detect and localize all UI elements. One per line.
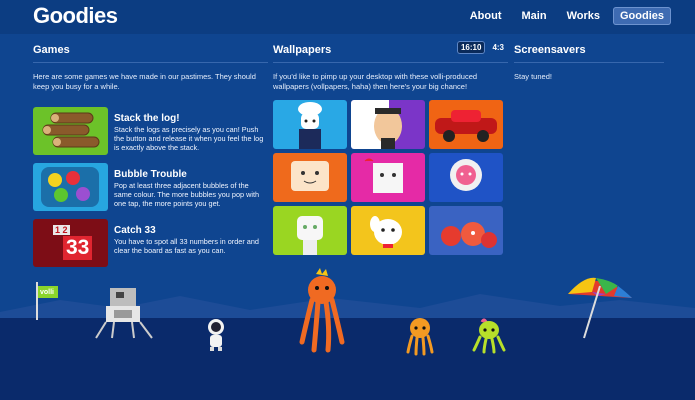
ratio-toggle: 16:10 4:3 (456, 41, 508, 54)
games-divider (33, 62, 268, 63)
catch-33-thumbnail[interactable]: 1 2 33 (33, 219, 108, 267)
game-name[interactable]: Stack the log! (114, 113, 268, 124)
wallpapers-intro: If you'd like to pimp up your desktop wi… (273, 72, 478, 91)
ratio-16-10-button[interactable]: 16:10 (456, 41, 486, 54)
header: Goodies About Main Works Goodies (0, 0, 695, 34)
main-nav: About Main Works Goodies (463, 7, 671, 25)
wallpaper-thumb-dog[interactable] (351, 206, 425, 255)
wallpaper-thumb-box[interactable] (351, 153, 425, 202)
screensavers-divider (514, 62, 664, 63)
astronaut-figure-icon (208, 319, 224, 351)
wallpaper-thumb-robot[interactable] (273, 206, 347, 255)
beach-umbrella-icon (568, 277, 632, 339)
wallpaper-thumb-tv[interactable] (273, 153, 347, 202)
octopus-king-icon (299, 268, 345, 353)
site-title: Goodies (33, 3, 118, 28)
lunar-lander-icon (95, 288, 153, 339)
game-item-bubble-trouble[interactable]: Bubble Trouble Pop at least three adjace… (33, 163, 268, 211)
nav-main[interactable]: Main (515, 7, 554, 25)
wallpaper-grid (273, 100, 508, 255)
stack-the-log-thumbnail[interactable] (33, 107, 108, 155)
robot-character-icon (297, 216, 323, 255)
tv-character-icon (291, 161, 329, 191)
chef-illustration-icon (298, 102, 322, 149)
games-section: Games Here are some games we have made i… (33, 40, 268, 267)
catch-33-big-number: 33 (63, 236, 93, 260)
game-description: You have to spot all 33 numbers in order… (114, 237, 259, 255)
game-name[interactable]: Catch 33 (114, 225, 268, 236)
octopus-orange-icon (406, 318, 434, 356)
wallpaper-thumb-astronaut[interactable] (429, 153, 503, 202)
game-item-stack-the-log[interactable]: Stack the log! Stack the logs as precise… (33, 107, 268, 155)
octopus-green-icon (472, 318, 506, 354)
game-description: Pop at least three adjacent bubbles of t… (114, 181, 260, 208)
games-title: Games (33, 44, 70, 56)
dog-character-icon (370, 216, 402, 248)
wallpapers-section: Wallpapers 16:10 4:3 If you'd like to pi… (273, 40, 508, 255)
games-intro: Here are some games we have made in our … (33, 72, 256, 91)
game-name[interactable]: Bubble Trouble (114, 169, 268, 180)
wallpaper-thumb-crowd[interactable] (429, 206, 503, 255)
nav-about[interactable]: About (463, 7, 509, 25)
ratio-4-3-button[interactable]: 4:3 (488, 41, 508, 54)
bubbles-icon (41, 167, 99, 207)
nav-goodies[interactable]: Goodies (612, 7, 671, 25)
screensavers-title: Screensavers (514, 44, 586, 56)
game-description: Stack the logs as precisely as you can! … (114, 125, 264, 152)
car-illustration-icon (435, 110, 497, 142)
wallpaper-thumb-man[interactable] (351, 100, 425, 149)
bubble-trouble-thumbnail[interactable] (33, 163, 108, 211)
screensavers-intro: Stay tuned! (514, 72, 552, 81)
wallpaper-thumb-chef[interactable] (273, 100, 347, 149)
box-character-icon (364, 158, 403, 193)
flag-label: volli (40, 289, 55, 296)
wallpaper-thumb-car[interactable] (429, 100, 503, 149)
logs-icon (42, 112, 100, 148)
man-face-illustration-icon (351, 100, 402, 149)
crowd-characters-icon (441, 222, 497, 248)
astronaut-icon (450, 159, 482, 191)
wallpapers-divider (273, 62, 508, 63)
nav-works[interactable]: Works (560, 7, 607, 25)
screensavers-section: Screensavers Stay tuned! (514, 40, 664, 82)
catch-33-small-numbers: 1 2 (53, 225, 70, 235)
flag-icon (36, 282, 58, 320)
game-item-catch-33[interactable]: 1 2 33 Catch 33 You have to spot all 33 … (33, 219, 268, 267)
